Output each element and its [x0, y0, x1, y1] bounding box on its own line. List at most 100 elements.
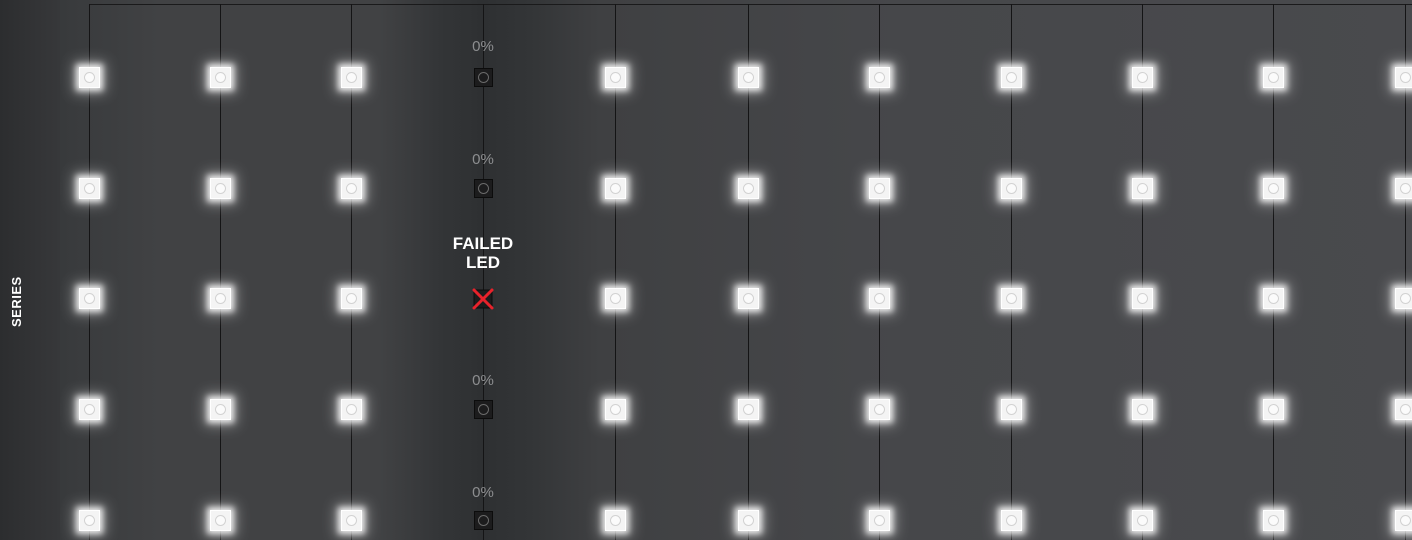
led-lit-ring	[215, 515, 226, 526]
led-off-icon	[474, 179, 493, 198]
led-lit-ring	[1400, 72, 1411, 83]
led-lit-icon	[1132, 510, 1153, 531]
led-lit-ring	[610, 404, 621, 415]
led-lit-icon	[1132, 67, 1153, 88]
led-lit-ring	[1268, 72, 1279, 83]
led-lit-ring	[1006, 404, 1017, 415]
led-lit-icon	[869, 510, 890, 531]
led-lit-ring	[874, 404, 885, 415]
led-lit-icon	[79, 178, 100, 199]
led-lit-icon	[1132, 288, 1153, 309]
led-lit-ring	[743, 72, 754, 83]
led-lit-ring	[743, 183, 754, 194]
led-lit-ring	[84, 183, 95, 194]
led-lit-ring	[1006, 72, 1017, 83]
percent-label-row-2: 0%	[472, 151, 494, 168]
led-lit-ring	[346, 72, 357, 83]
led-lit-ring	[215, 72, 226, 83]
led-lit-ring	[1268, 293, 1279, 304]
led-lit-icon	[1263, 178, 1284, 199]
led-lit-ring	[743, 515, 754, 526]
led-lit-ring	[84, 515, 95, 526]
led-lit-ring	[1400, 515, 1411, 526]
led-lit-icon	[1395, 67, 1412, 88]
led-lit-icon	[341, 67, 362, 88]
led-lit-ring	[1137, 293, 1148, 304]
led-off-ring	[478, 183, 489, 194]
led-lit-ring	[1400, 293, 1411, 304]
led-lit-ring	[874, 72, 885, 83]
led-lit-ring	[610, 293, 621, 304]
led-lit-icon	[210, 399, 231, 420]
led-lit-ring	[874, 183, 885, 194]
led-lit-icon	[79, 288, 100, 309]
led-lit-icon	[341, 399, 362, 420]
led-lit-icon	[1263, 288, 1284, 309]
led-lit-ring	[84, 404, 95, 415]
led-off-ring	[478, 515, 489, 526]
led-lit-icon	[341, 510, 362, 531]
led-lit-ring	[874, 293, 885, 304]
led-lit-ring	[610, 72, 621, 83]
led-lit-icon	[79, 510, 100, 531]
led-lit-icon	[605, 288, 626, 309]
led-lit-icon	[869, 288, 890, 309]
led-lit-ring	[84, 293, 95, 304]
led-lit-ring	[1137, 404, 1148, 415]
failed-label-line1: FAILED	[452, 234, 514, 253]
led-lit-icon	[738, 399, 759, 420]
frame-top-line	[89, 4, 1412, 5]
led-lit-icon	[1001, 399, 1022, 420]
led-lit-icon	[738, 178, 759, 199]
led-lit-icon	[210, 178, 231, 199]
led-lit-ring	[1137, 183, 1148, 194]
led-lit-ring	[1268, 515, 1279, 526]
led-lit-icon	[1001, 67, 1022, 88]
led-lit-icon	[1132, 178, 1153, 199]
led-lit-ring	[346, 293, 357, 304]
led-lit-ring	[1400, 183, 1411, 194]
led-lit-icon	[605, 510, 626, 531]
led-lit-icon	[341, 178, 362, 199]
led-lit-ring	[84, 72, 95, 83]
led-lit-icon	[605, 399, 626, 420]
led-lit-ring	[1268, 183, 1279, 194]
led-off-ring	[478, 404, 489, 415]
led-lit-ring	[1006, 515, 1017, 526]
led-off-ring	[478, 72, 489, 83]
led-lit-ring	[346, 404, 357, 415]
percent-label-row-1: 0%	[472, 38, 494, 55]
led-off-icon	[474, 400, 493, 419]
led-lit-ring	[743, 293, 754, 304]
led-lit-icon	[1263, 510, 1284, 531]
led-lit-ring	[610, 183, 621, 194]
series-label: SERIES	[9, 276, 24, 327]
failed-led-label: FAILED LED	[433, 234, 533, 272]
led-lit-ring	[1006, 183, 1017, 194]
led-lit-ring	[1137, 72, 1148, 83]
led-lit-icon	[1395, 399, 1412, 420]
led-lit-icon	[1395, 178, 1412, 199]
led-lit-ring	[215, 183, 226, 194]
led-lit-icon	[1263, 67, 1284, 88]
led-lit-icon	[605, 67, 626, 88]
failed-label-line2: LED	[466, 253, 500, 272]
led-lit-ring	[1137, 515, 1148, 526]
led-off-icon	[474, 68, 493, 87]
led-lit-icon	[1001, 510, 1022, 531]
led-off-icon	[474, 511, 493, 530]
led-lit-ring	[610, 515, 621, 526]
led-lit-icon	[1001, 288, 1022, 309]
led-lit-ring	[215, 404, 226, 415]
led-lit-ring	[1006, 293, 1017, 304]
led-lit-ring	[346, 515, 357, 526]
led-lit-ring	[874, 515, 885, 526]
led-lit-icon	[210, 67, 231, 88]
led-lit-ring	[743, 404, 754, 415]
led-lit-icon	[738, 288, 759, 309]
led-lit-ring	[346, 183, 357, 194]
failed-led-cross-icon	[470, 286, 496, 312]
led-lit-icon	[1395, 510, 1412, 531]
led-lit-ring	[215, 293, 226, 304]
led-lit-icon	[738, 510, 759, 531]
